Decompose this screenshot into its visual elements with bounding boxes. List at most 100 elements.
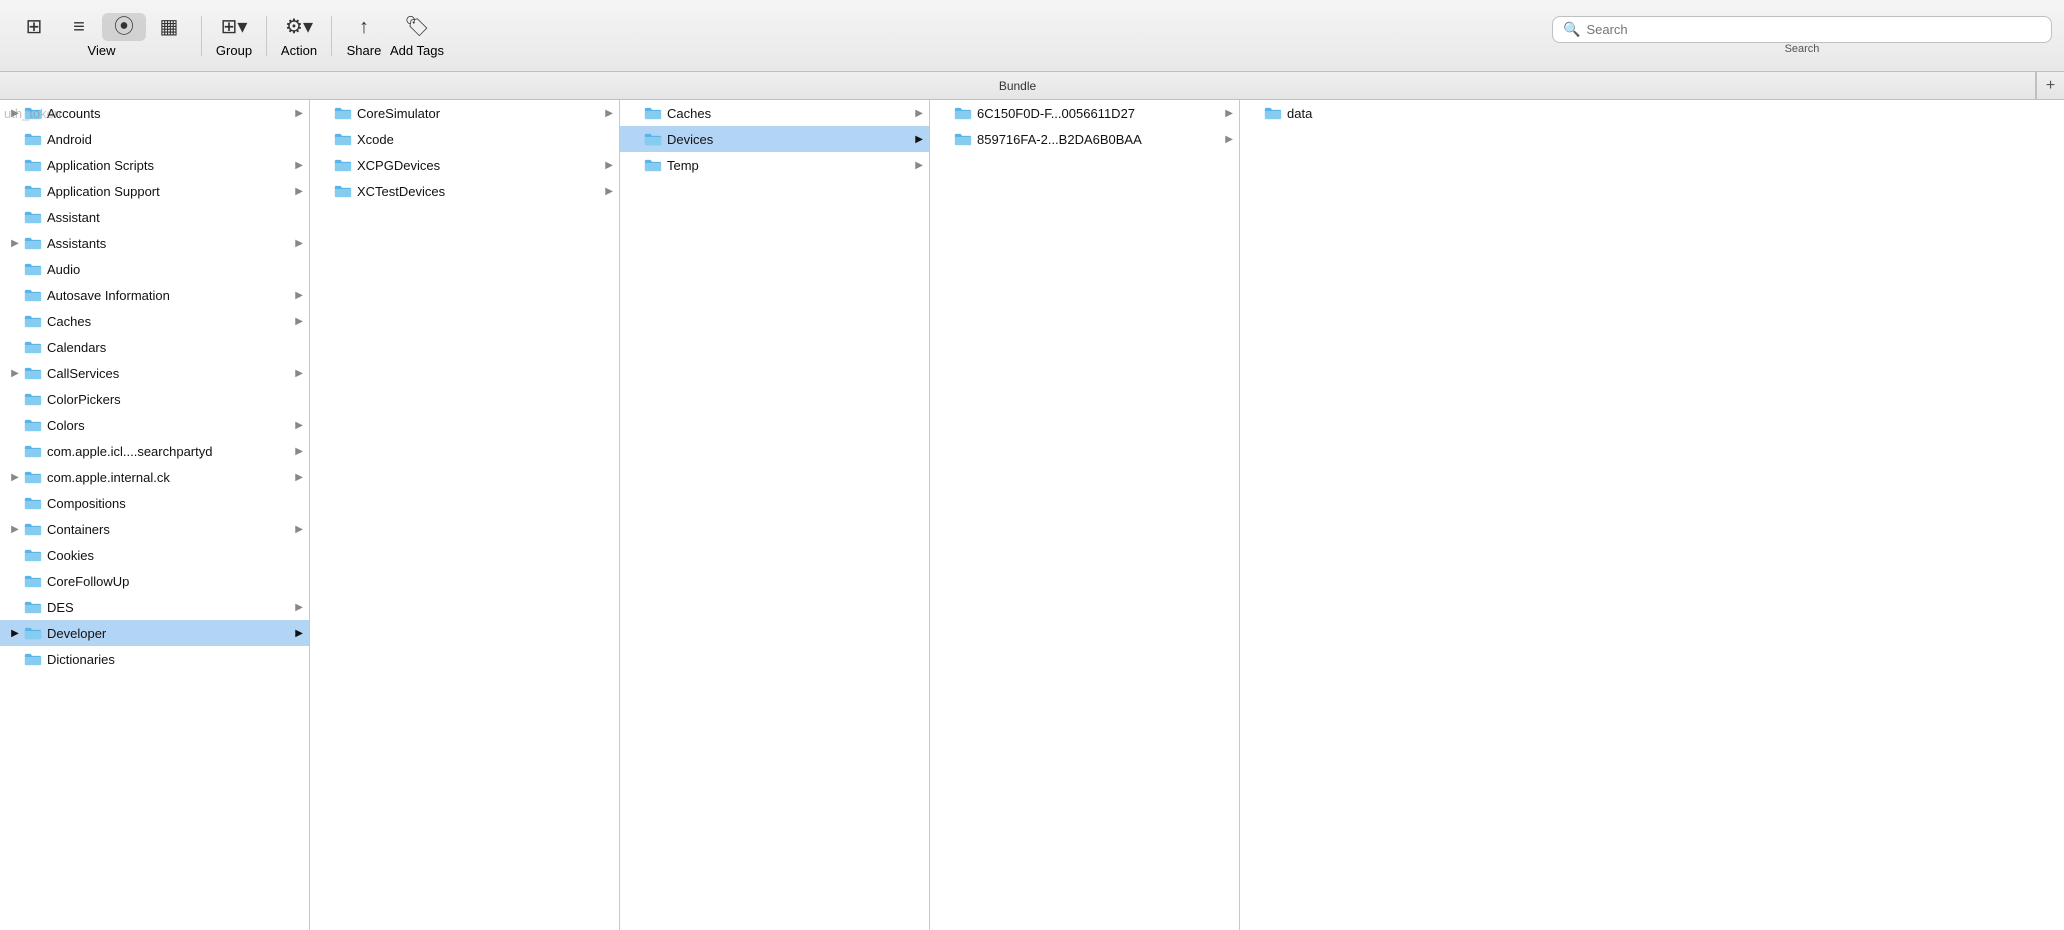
action-icon: ⚙▾ bbox=[285, 17, 313, 37]
folder-icon bbox=[24, 314, 42, 328]
list-item[interactable]: ▶ Developer▶ bbox=[0, 620, 309, 646]
group-button[interactable]: ⊞▾ bbox=[212, 13, 256, 41]
expand-arrow-icon: ▶ bbox=[8, 472, 22, 483]
plus-icon: + bbox=[2046, 77, 2055, 95]
list-item[interactable]: Colors▶ bbox=[0, 412, 309, 438]
gallery-view-button[interactable]: ▦ bbox=[147, 13, 191, 41]
chevron-right-icon: ▶ bbox=[295, 186, 303, 197]
folder-icon bbox=[24, 418, 42, 432]
chevron-right-icon: ▶ bbox=[295, 420, 303, 431]
divider-3 bbox=[331, 16, 332, 56]
item-name: Devices bbox=[667, 132, 911, 147]
chevron-right-icon: ▶ bbox=[295, 524, 303, 535]
chevron-right-icon: ▶ bbox=[295, 628, 303, 639]
list-item[interactable]: Xcode bbox=[310, 126, 619, 152]
search-box[interactable]: 🔍 bbox=[1552, 16, 2052, 43]
group-label: Group bbox=[216, 43, 252, 58]
share-button[interactable]: ↑ bbox=[342, 13, 386, 41]
list-item[interactable]: CoreSimulator▶ bbox=[310, 100, 619, 126]
column-5: data bbox=[1240, 100, 2064, 930]
item-name: XCPGDevices bbox=[357, 158, 601, 173]
list-item[interactable]: ColorPickers bbox=[0, 386, 309, 412]
list-item[interactable]: Dictionaries bbox=[0, 646, 309, 672]
expand-arrow-icon: ▶ bbox=[8, 628, 22, 639]
list-item[interactable]: Caches▶ bbox=[620, 100, 929, 126]
list-item[interactable]: Android bbox=[0, 126, 309, 152]
toolbar: ⊞ ≡ ⦿ ▦ View ⊞▾ Group ⚙▾ Action bbox=[0, 0, 2064, 72]
item-name: 6C150F0D-F...0056611D27 bbox=[977, 106, 1221, 121]
list-item[interactable]: XCPGDevices▶ bbox=[310, 152, 619, 178]
folder-icon bbox=[334, 106, 352, 120]
chevron-right-icon: ▶ bbox=[1225, 108, 1233, 119]
item-name: CoreFollowUp bbox=[47, 574, 303, 589]
folder-icon bbox=[24, 496, 42, 510]
folder-icon bbox=[24, 652, 42, 666]
list-view-icon: ≡ bbox=[73, 17, 85, 37]
item-name: Assistant bbox=[47, 210, 303, 225]
list-item[interactable]: DES▶ bbox=[0, 594, 309, 620]
list-item[interactable]: Application Support▶ bbox=[0, 178, 309, 204]
icon-view-button[interactable]: ⊞ bbox=[12, 13, 56, 41]
list-item[interactable]: Caches▶ bbox=[0, 308, 309, 334]
item-name: Accounts bbox=[47, 106, 291, 121]
expand-arrow-icon: ▶ bbox=[8, 368, 22, 379]
folder-icon bbox=[24, 106, 42, 120]
item-name: Temp bbox=[667, 158, 911, 173]
list-item[interactable]: ▶ com.apple.internal.ck▶ bbox=[0, 464, 309, 490]
search-input[interactable] bbox=[1586, 22, 2041, 37]
action-label: Action bbox=[281, 43, 317, 58]
list-item[interactable]: Temp▶ bbox=[620, 152, 929, 178]
column-4: 6C150F0D-F...0056611D27 ▶ 859716FA-2...B2… bbox=[930, 100, 1240, 930]
list-item[interactable]: 859716FA-2...B2DA6B0BAA▶ bbox=[930, 126, 1239, 152]
gallery-view-icon: ▦ bbox=[160, 17, 179, 37]
item-name: Caches bbox=[667, 106, 911, 121]
folder-icon bbox=[24, 470, 42, 484]
list-item[interactable]: Cookies bbox=[0, 542, 309, 568]
item-name: Android bbox=[47, 132, 303, 147]
expand-arrow-icon: ▶ bbox=[8, 108, 22, 119]
folder-icon bbox=[24, 288, 42, 302]
item-name: Dictionaries bbox=[47, 652, 303, 667]
list-item[interactable]: Calendars bbox=[0, 334, 309, 360]
list-item[interactable]: ▶ Assistants▶ bbox=[0, 230, 309, 256]
list-item[interactable]: data bbox=[1240, 100, 2064, 126]
list-item[interactable]: CoreFollowUp bbox=[0, 568, 309, 594]
list-item[interactable]: 6C150F0D-F...0056611D27 ▶ bbox=[930, 100, 1239, 126]
action-button[interactable]: ⚙▾ bbox=[277, 13, 321, 41]
folder-icon bbox=[24, 210, 42, 224]
divider-2 bbox=[266, 16, 267, 56]
list-item[interactable]: XCTestDevices▶ bbox=[310, 178, 619, 204]
folder-icon bbox=[24, 574, 42, 588]
col5-list: data bbox=[1240, 100, 2064, 126]
list-item[interactable]: Application Scripts▶ bbox=[0, 152, 309, 178]
folder-icon bbox=[24, 132, 42, 146]
folder-icon bbox=[24, 236, 42, 250]
list-view-button[interactable]: ≡ bbox=[57, 13, 101, 41]
chevron-right-icon: ▶ bbox=[295, 160, 303, 171]
list-item[interactable]: Assistant bbox=[0, 204, 309, 230]
list-item[interactable]: Compositions bbox=[0, 490, 309, 516]
search-label: Search bbox=[1785, 43, 1820, 55]
list-item[interactable]: com.apple.icl....searchpartyd▶ bbox=[0, 438, 309, 464]
item-name: Autosave Information bbox=[47, 288, 291, 303]
list-item[interactable]: Devices ▶ bbox=[620, 126, 929, 152]
chevron-right-icon: ▶ bbox=[915, 134, 923, 145]
folder-icon bbox=[24, 600, 42, 614]
add-tags-button[interactable]: 🏷 bbox=[395, 13, 439, 41]
folder-icon bbox=[24, 548, 42, 562]
list-item[interactable]: ▶ Accounts▶ bbox=[0, 100, 309, 126]
folder-icon bbox=[334, 132, 352, 146]
column-view-button[interactable]: ⦿ bbox=[102, 13, 146, 41]
item-name: DES bbox=[47, 600, 291, 615]
add-column-button[interactable]: + bbox=[2036, 72, 2064, 99]
list-item[interactable]: ▶ Containers▶ bbox=[0, 516, 309, 542]
folder-icon bbox=[1264, 106, 1282, 120]
list-item[interactable]: Audio bbox=[0, 256, 309, 282]
folder-icon bbox=[24, 626, 42, 640]
list-item[interactable]: Autosave Information▶ bbox=[0, 282, 309, 308]
list-item[interactable]: ▶ CallServices▶ bbox=[0, 360, 309, 386]
expand-arrow-icon: ▶ bbox=[8, 238, 22, 249]
item-name: Calendars bbox=[47, 340, 303, 355]
icon-view-icon: ⊞ bbox=[26, 17, 43, 37]
item-name: Xcode bbox=[357, 132, 613, 147]
